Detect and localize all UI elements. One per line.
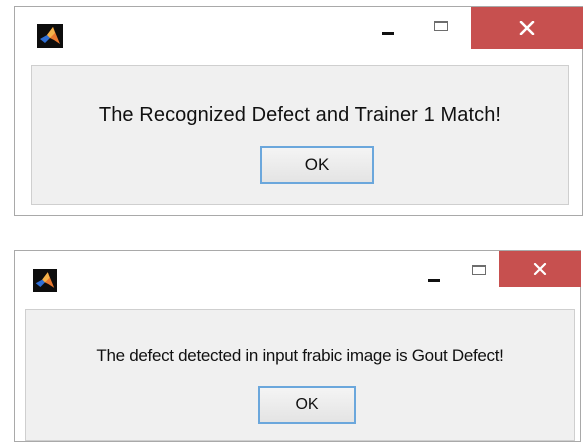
- dialog-message: The Recognized Defect and Trainer 1 Matc…: [98, 104, 502, 126]
- maximize-button[interactable]: [419, 7, 465, 47]
- ok-button[interactable]: OK: [260, 146, 374, 184]
- dialog-content: The Recognized Defect and Trainer 1 Matc…: [31, 65, 569, 205]
- close-icon: [519, 21, 535, 35]
- minimize-button[interactable]: [411, 251, 457, 291]
- maximize-button[interactable]: [457, 251, 503, 291]
- close-button[interactable]: [471, 7, 583, 49]
- dialog-content: The defect detected in input frabic imag…: [25, 309, 575, 441]
- ok-button[interactable]: OK: [258, 386, 356, 424]
- close-icon: [533, 263, 547, 275]
- minimize-button[interactable]: [365, 7, 411, 47]
- message-dialog-1: The Recognized Defect and Trainer 1 Matc…: [14, 6, 583, 216]
- close-button[interactable]: [499, 251, 581, 287]
- message-dialog-2: The defect detected in input frabic imag…: [14, 250, 581, 442]
- matlab-icon: [33, 269, 57, 292]
- matlab-icon: [37, 24, 63, 48]
- title-bar[interactable]: [15, 7, 583, 63]
- dialog-message: The defect detected in input frabic imag…: [96, 346, 504, 365]
- title-bar[interactable]: [15, 251, 581, 301]
